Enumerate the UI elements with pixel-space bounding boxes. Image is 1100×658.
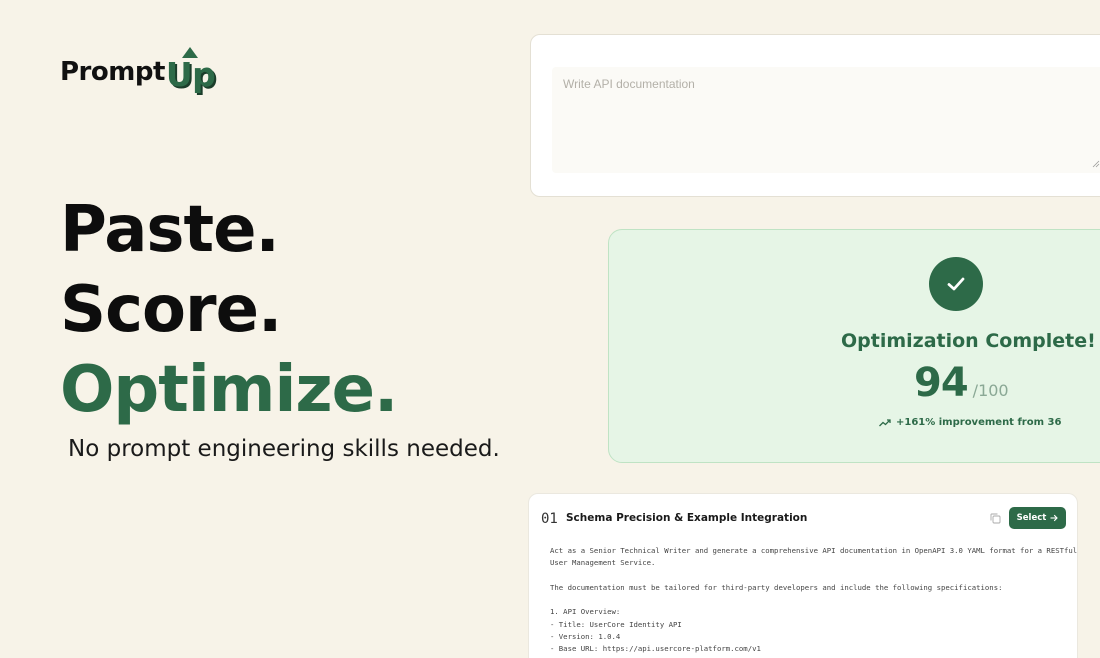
copy-icon[interactable] bbox=[990, 513, 1001, 524]
brand-name-up: Up bbox=[166, 47, 216, 93]
resize-grip-icon[interactable] bbox=[1092, 160, 1100, 168]
select-button-label: Select bbox=[1016, 513, 1047, 523]
optimization-result-card: Optimization Complete! 94 /100 +161% imp… bbox=[608, 229, 1100, 463]
score-value: 94 bbox=[914, 360, 969, 406]
select-button[interactable]: Select bbox=[1009, 507, 1066, 529]
brand-name-prompt: Prompt bbox=[60, 57, 165, 87]
prompt-input[interactable] bbox=[552, 67, 1100, 173]
brand-logo[interactable]: Prompt Up bbox=[60, 47, 216, 93]
hero-line-optimize: Optimize. bbox=[60, 353, 398, 427]
option-number: 01 bbox=[541, 511, 558, 527]
trending-up-icon bbox=[879, 418, 891, 426]
prompt-line: The documentation must be tailored for t… bbox=[550, 582, 1003, 592]
prompt-input-card bbox=[530, 34, 1100, 197]
hero-line-score: Score. bbox=[60, 273, 282, 347]
score-display: 94 /100 bbox=[914, 360, 1009, 406]
hero-headline: Paste. Score. Optimize. bbox=[60, 190, 398, 430]
prompt-line: User Management Service. bbox=[550, 558, 656, 568]
prompt-line: Act as a Senior Technical Writer and gen… bbox=[550, 546, 1078, 555]
prompt-line: - Title: UserCore Identity API bbox=[550, 619, 682, 629]
improvement-text: +161% improvement from 36 bbox=[896, 417, 1062, 428]
score-max: /100 bbox=[972, 381, 1009, 400]
result-title: Optimization Complete! bbox=[841, 330, 1096, 352]
up-arrow-icon bbox=[181, 47, 198, 58]
optimized-prompt-option-card: 01 Schema Precision & Example Integratio… bbox=[528, 493, 1078, 658]
check-icon bbox=[929, 257, 983, 311]
prompt-line: - Version: 1.0.4 bbox=[550, 632, 621, 642]
hero-tagline: No prompt engineering skills needed. bbox=[68, 436, 500, 462]
prompt-line bbox=[550, 570, 1065, 582]
improvement-note: +161% improvement from 36 bbox=[879, 417, 1061, 428]
arrow-right-icon bbox=[1050, 514, 1059, 522]
hero-line-paste: Paste. bbox=[60, 193, 280, 267]
prompt-body: Act as a Senior Technical Writer and gen… bbox=[550, 545, 1078, 656]
prompt-line: - Base URL: https://api.usercore-platfor… bbox=[550, 644, 761, 654]
option-title: Schema Precision & Example Integration bbox=[566, 512, 808, 524]
prompt-line: 1. API Overview: bbox=[550, 607, 621, 617]
prompt-line bbox=[550, 594, 1065, 606]
